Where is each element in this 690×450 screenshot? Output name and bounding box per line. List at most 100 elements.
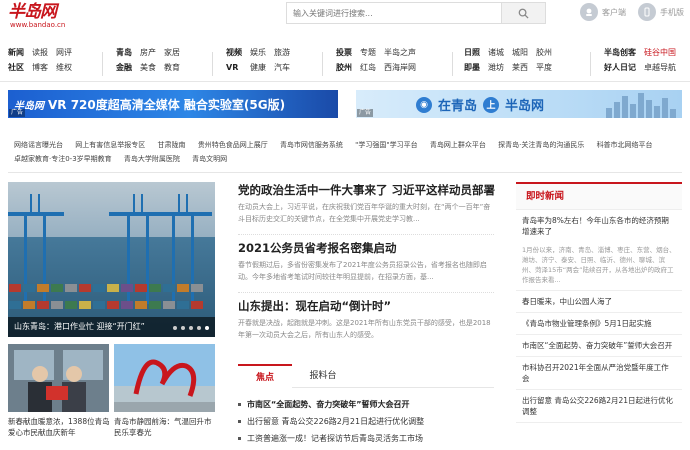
nav-group-topics: 投票 专题 半岛之声 胶州 红岛 西海岸网 bbox=[336, 48, 416, 73]
nav-item[interactable]: 好人日记 bbox=[604, 63, 636, 73]
seaside-photo bbox=[114, 344, 215, 412]
nav-item[interactable]: 红岛 bbox=[360, 63, 376, 73]
headline-divider bbox=[238, 234, 494, 235]
nav-item[interactable]: 房产 bbox=[140, 48, 156, 58]
nav-item[interactable]: 西海岸网 bbox=[384, 63, 416, 73]
nav-item[interactable]: 卓越导航 bbox=[644, 63, 676, 73]
service-link[interactable]: 青岛大学附属医院 bbox=[124, 155, 180, 163]
service-link[interactable]: 青岛网上群众平台 bbox=[430, 141, 486, 149]
service-link[interactable]: 卓越家教育·专注0-3岁早期教育 bbox=[14, 155, 112, 163]
nav-item[interactable]: 维权 bbox=[56, 63, 72, 73]
nav-item[interactable]: 旅游 bbox=[274, 48, 290, 58]
nav-divider bbox=[212, 52, 213, 76]
nav-item[interactable]: 胶州 bbox=[336, 63, 352, 73]
instant-news-item[interactable]: 春日暖来，中山公园人海了 bbox=[516, 291, 682, 313]
instant-news-item[interactable]: 《青岛市物业管理条例》5月1日起实施 bbox=[516, 313, 682, 335]
nav-item[interactable]: 娱乐 bbox=[250, 48, 266, 58]
service-link[interactable]: 贵州特色食品网上展厅 bbox=[198, 141, 268, 149]
service-link[interactable]: 网络谣言曝光台 bbox=[14, 141, 63, 149]
service-link[interactable]: 甘肃陇南 bbox=[157, 141, 185, 149]
nav-item[interactable]: 博客 bbox=[32, 63, 48, 73]
service-link[interactable]: 网上有害信息举报专区 bbox=[75, 141, 145, 149]
mobile-icon bbox=[638, 3, 656, 21]
nav-item[interactable]: 潍坊 bbox=[488, 63, 504, 73]
links-row: 网络谣言曝光台 网上有害信息举报专区 甘肃陇南 贵州特色食品网上展厅 青岛市网信… bbox=[14, 138, 684, 152]
headline-item: 山东提出：现在启动“倒计时” 开春就是决战，起跑就是冲刺。这是2021年所有山东… bbox=[238, 299, 494, 341]
nav-item[interactable]: 网评 bbox=[56, 48, 72, 58]
nav-item[interactable]: 日照 bbox=[464, 48, 480, 58]
list-item[interactable]: 市南区“全面起势、奋力突破年”誓师大会召开 bbox=[238, 396, 494, 413]
nav-item[interactable]: 城阳 bbox=[512, 48, 528, 58]
slider-dot[interactable] bbox=[197, 326, 201, 330]
service-link[interactable]: 探青岛·关注青岛的沟通民乐 bbox=[498, 141, 584, 149]
nav-item[interactable]: 汽车 bbox=[274, 63, 290, 73]
nav-item[interactable]: 硅谷中国 bbox=[644, 48, 676, 58]
thumb-blood-donation[interactable] bbox=[8, 344, 109, 412]
nav-item[interactable]: 平度 bbox=[536, 63, 552, 73]
nav-divider bbox=[322, 52, 323, 76]
nav-item[interactable]: 教育 bbox=[164, 63, 180, 73]
list-item[interactable]: 出行留意 青岛公交226路2月21日起进行优化调整 bbox=[238, 413, 494, 430]
search-input[interactable] bbox=[287, 3, 501, 23]
instant-news-item[interactable]: 出行留意 青岛公交226路2月21日起进行优化调整 bbox=[516, 390, 682, 423]
nav-divider bbox=[452, 52, 453, 76]
instant-news-item[interactable]: 市南区“全面起势、奋力突破年”誓师大会召开 bbox=[516, 335, 682, 357]
instant-news-item[interactable]: 青岛率为8%左右！今年山东各市的经济预期增速来了 bbox=[516, 210, 682, 242]
section-divider bbox=[8, 172, 682, 173]
headline-title[interactable]: 2021公务员省考报名密集启动 bbox=[238, 241, 494, 255]
service-link[interactable]: 科普市北网络平台 bbox=[597, 141, 653, 149]
client-link[interactable]: 客户端 bbox=[580, 3, 626, 21]
container-stack bbox=[8, 283, 215, 317]
nav-item[interactable]: 家居 bbox=[164, 48, 180, 58]
slider-dot[interactable] bbox=[173, 326, 177, 330]
search-button[interactable] bbox=[501, 3, 545, 23]
nav-item[interactable]: 读报 bbox=[32, 48, 48, 58]
nav-item[interactable]: 投票 bbox=[336, 48, 352, 58]
client-icon bbox=[580, 3, 598, 21]
instant-news-header: 即时新闻 bbox=[516, 184, 682, 210]
nav-item[interactable]: 视频 bbox=[226, 48, 242, 58]
banner-qingdao-ad[interactable]: ◉ 在青岛 上 半岛网 广告 bbox=[356, 90, 682, 118]
headline-title[interactable]: 党的政治生活中一件大事来了 习近平这样动员部署 bbox=[238, 183, 495, 197]
site-logo[interactable]: 半岛网 www.bandao.cn bbox=[8, 3, 76, 31]
tab-tips[interactable]: 报料台 bbox=[296, 364, 350, 388]
nav-item[interactable]: 即墨 bbox=[464, 63, 480, 73]
instant-news-panel: 即时新闻 青岛率为8%左右！今年山东各市的经济预期增速来了 1月份以来，济南、青… bbox=[516, 182, 682, 423]
banner-right-text: ◉ 在青岛 上 半岛网 bbox=[416, 95, 544, 114]
slider-dot[interactable] bbox=[181, 326, 185, 330]
nav-item[interactable]: 专题 bbox=[360, 48, 376, 58]
nav-item[interactable]: VR bbox=[226, 63, 242, 73]
logo-text: 半岛网 bbox=[8, 2, 57, 22]
nav-item[interactable]: 胶州 bbox=[536, 48, 552, 58]
tab-focus[interactable]: 焦点 bbox=[238, 364, 292, 388]
nav-item[interactable]: 金融 bbox=[116, 63, 132, 73]
nav-item[interactable]: 美食 bbox=[140, 63, 156, 73]
slider-dot-active[interactable] bbox=[205, 326, 209, 330]
headline-title[interactable]: 山东提出：现在启动“倒计时” bbox=[238, 299, 494, 313]
banner-vr-ad[interactable]: 半岛网 VR 720度超高清全媒体 融合实验室(5G版) 广告 bbox=[8, 90, 338, 118]
mobile-link[interactable]: 手机版 bbox=[638, 3, 684, 21]
nav-item[interactable]: 半岛创客 bbox=[604, 48, 636, 58]
nav-item[interactable]: 社区 bbox=[8, 63, 24, 73]
nav-item[interactable]: 青岛 bbox=[116, 48, 132, 58]
thumb-caption[interactable]: 青岛市静园前海：气温回升市民乐享春光 bbox=[114, 416, 217, 438]
donation-photo bbox=[8, 344, 109, 412]
headline-desc: 春节假期过后，多省份密集发布了2021年度公务员招录公告，省考报名也随即启动。今… bbox=[238, 261, 487, 281]
service-link[interactable]: 青岛文明网 bbox=[192, 155, 227, 163]
thumb-caption[interactable]: 新春献血暖意浓，1388位青岛爱心市民献血庆新年 bbox=[8, 416, 111, 438]
slider-dot[interactable] bbox=[189, 326, 193, 330]
news-tabs: 焦点 报料台 bbox=[238, 364, 494, 388]
nav-item[interactable]: 半岛之声 bbox=[384, 48, 416, 58]
list-item[interactable]: 工资普遍涨一成！记者探访节后青岛灵活务工市场 bbox=[238, 430, 494, 447]
instant-news-item[interactable]: 市科协召开2021年全面从严治党暨年度工作会 bbox=[516, 357, 682, 390]
service-link[interactable]: "学习强国"学习平台 bbox=[355, 141, 417, 149]
thumb-seaside[interactable] bbox=[114, 344, 215, 412]
nav-item[interactable]: 诸城 bbox=[488, 48, 504, 58]
nav-item[interactable]: 新闻 bbox=[8, 48, 24, 58]
nav-item[interactable]: 莱西 bbox=[512, 63, 528, 73]
search-icon bbox=[518, 8, 529, 19]
nav-group-special: 半岛创客 硅谷中国 好人日记 卓越导航 bbox=[604, 48, 676, 73]
service-link[interactable]: 青岛市网信服务系统 bbox=[280, 141, 343, 149]
nav-item[interactable]: 健康 bbox=[250, 63, 266, 73]
photo-slider[interactable]: 山东青岛：港口作业忙 迎接“开门红” bbox=[8, 182, 215, 337]
